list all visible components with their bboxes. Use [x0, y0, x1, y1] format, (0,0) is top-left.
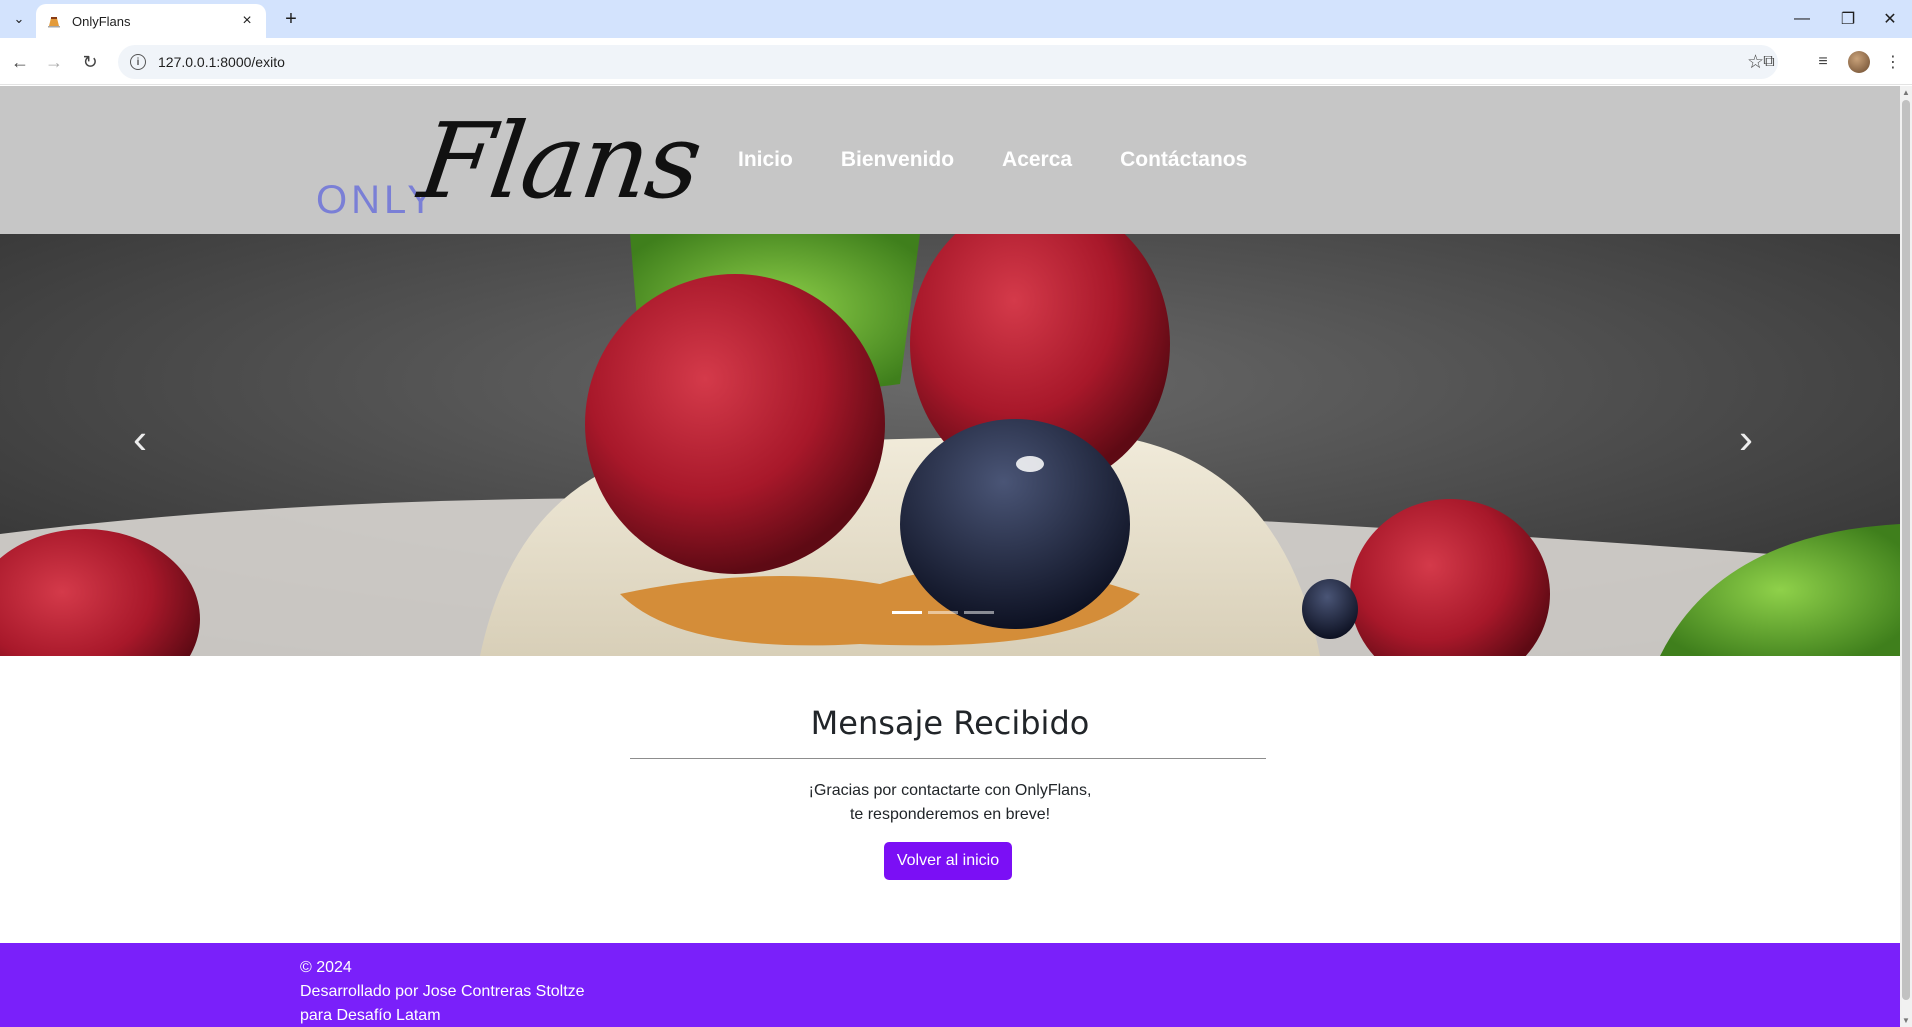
nav-acerca[interactable]: Acerca — [1002, 148, 1072, 172]
nav-bienvenido[interactable]: Bienvenido — [841, 148, 954, 172]
new-tab-icon[interactable]: + — [278, 6, 304, 32]
site-header: ONLY Flans Inicio Bienvenido Acerca Cont… — [0, 86, 1900, 234]
media-control-icon[interactable]: ≡ — [1810, 49, 1836, 75]
tab-close-icon[interactable]: × — [238, 12, 256, 30]
profile-avatar[interactable] — [1848, 51, 1870, 73]
hero-carousel: ‹ › — [0, 234, 1900, 656]
tab-search-icon[interactable]: ⌄ — [6, 6, 32, 32]
footer-copyright: © 2024 — [300, 959, 352, 976]
browser-tab[interactable]: OnlyFlans × — [36, 4, 266, 38]
page-viewport: ONLY Flans Inicio Bienvenido Acerca Cont… — [0, 86, 1900, 1027]
scroll-up-icon[interactable]: ▲ — [1902, 88, 1910, 97]
forward-icon[interactable]: → — [40, 48, 68, 76]
footer-sponsor: para Desafío Latam — [300, 1007, 441, 1024]
flan-with-berries-image — [0, 234, 1900, 656]
message-section: Mensaje Recibido ¡Gracias por contactart… — [0, 656, 1900, 941]
carousel-indicator[interactable] — [964, 611, 994, 614]
restore-icon[interactable]: ❐ — [1826, 0, 1870, 38]
footer-developer: Desarrollado por Jose Contreras Stoltze — [300, 983, 585, 1000]
nav-contactanos[interactable]: Contáctanos — [1120, 148, 1247, 172]
scroll-down-icon[interactable]: ▼ — [1902, 1016, 1910, 1025]
window-close-icon[interactable]: ✕ — [1868, 0, 1912, 38]
title-divider — [630, 758, 1266, 759]
onlyflans-logo[interactable]: ONLY Flans — [316, 100, 707, 222]
carousel-next-icon[interactable]: › — [1726, 414, 1766, 464]
browser-toolbar: ← → ↻ i 127.0.0.1:8000/exito ☆ ⧉ ≡ ⋮ — [0, 38, 1912, 85]
minimize-icon[interactable]: — — [1780, 0, 1824, 38]
page-scrollbar[interactable]: ▲ ▼ — [1900, 86, 1912, 1027]
carousel-indicator[interactable] — [892, 611, 922, 614]
carousel-prev-icon[interactable]: ‹ — [120, 414, 160, 464]
main-nav: Inicio Bienvenido Acerca Contáctanos — [738, 148, 1247, 172]
back-icon[interactable]: ← — [6, 48, 34, 76]
address-bar[interactable]: i 127.0.0.1:8000/exito ☆ — [118, 45, 1778, 79]
flan-favicon-icon — [46, 13, 62, 29]
carousel-indicators — [892, 611, 994, 614]
page-title: Mensaje Recibido — [810, 704, 1090, 742]
site-footer: © 2024 Desarrollado por Jose Contreras S… — [0, 943, 1900, 1027]
extensions-icon[interactable]: ⧉ — [1756, 49, 1782, 75]
nav-inicio[interactable]: Inicio — [738, 148, 793, 172]
browser-tab-bar: ⌄ OnlyFlans × + — ❐ ✕ — [0, 0, 1912, 38]
tab-title: OnlyFlans — [72, 13, 131, 29]
carousel-indicator[interactable] — [928, 611, 958, 614]
back-home-button[interactable]: Volver al inicio — [884, 842, 1012, 880]
logo-flans-text: Flans — [412, 100, 708, 222]
site-info-icon[interactable]: i — [130, 54, 146, 70]
more-menu-icon[interactable]: ⋮ — [1880, 49, 1906, 75]
reload-icon[interactable]: ↻ — [76, 48, 104, 76]
thanks-line-2: te responderemos en breve! — [849, 806, 1051, 823]
url-text: 127.0.0.1:8000/exito — [158, 54, 285, 70]
thanks-line-1: ¡Gracias por contactarte con OnlyFlans, — [808, 782, 1092, 799]
scrollbar-thumb[interactable] — [1902, 100, 1910, 1000]
